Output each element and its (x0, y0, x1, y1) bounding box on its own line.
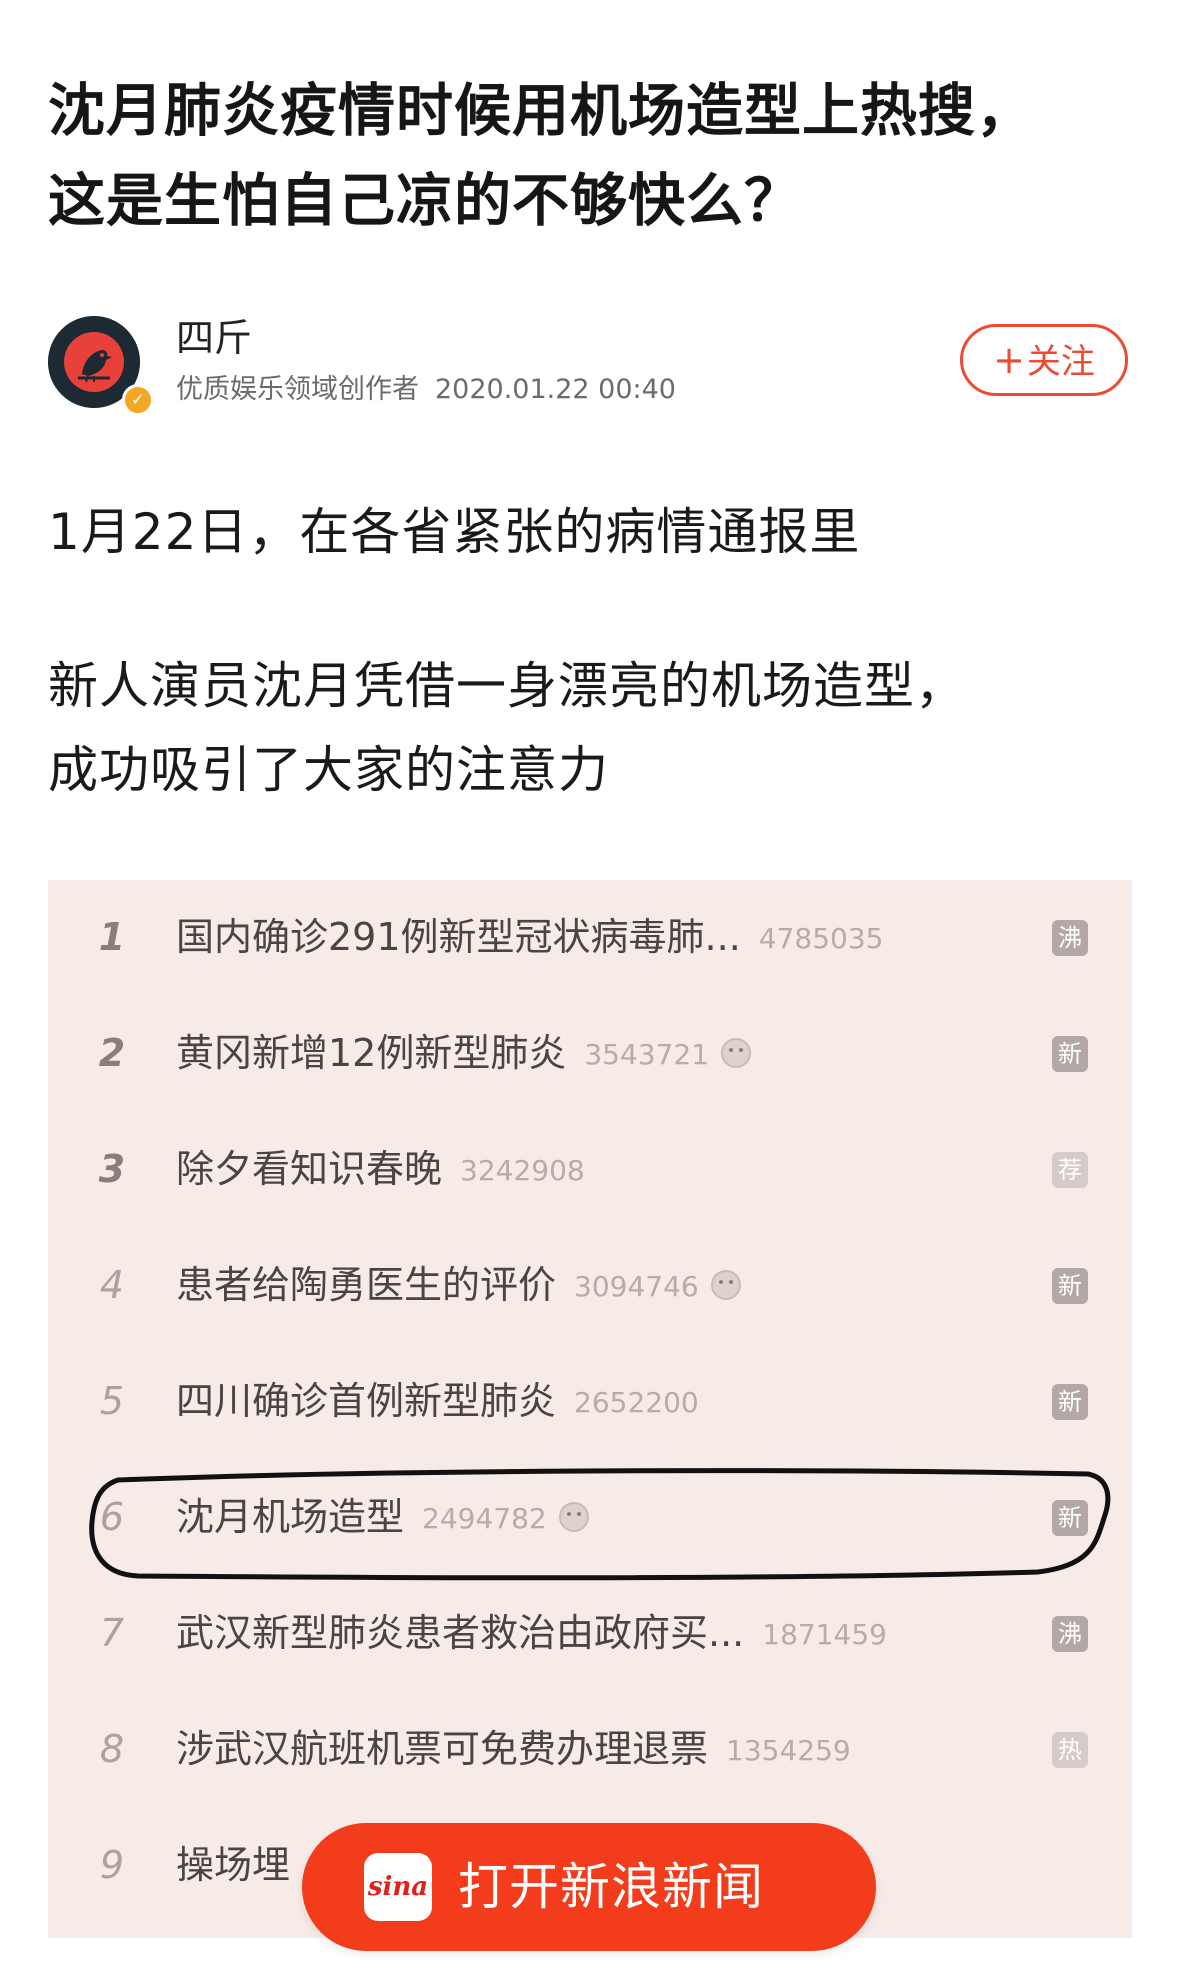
hot-search-topic: 操场埋 (176, 1843, 291, 1887)
open-sina-news-label: 打开新浪新闻 (458, 1858, 764, 1916)
hot-search-count: 1871459 (762, 1618, 887, 1651)
hot-search-topic: 武汉新型肺炎患者救治由政府买... (176, 1611, 745, 1655)
hot-search-topic: 涉武汉航班机票可免费办理退票 (176, 1727, 709, 1771)
hot-search-rank: 4 (99, 1263, 125, 1307)
hot-search-count: 3543721 (584, 1038, 710, 1071)
article-title: 沈月肺炎疫情时候用机场造型上热搜， 这是生怕自己凉的不够快么？ (48, 66, 1138, 246)
hot-search-count: 2652200 (574, 1386, 699, 1419)
paragraph-1: 1月22日，在各省紧张的病情通报里 (48, 503, 861, 561)
hot-search-row: 8 涉武汉航班机票可免费办理退票 1354259 热 (48, 1692, 1132, 1808)
hot-search-topic: 国内确诊291例新型冠状病毒肺... (176, 915, 741, 959)
hot-search-rank: 3 (98, 1147, 126, 1191)
hot-search-topic: 除夕看知识春晚 (176, 1147, 443, 1191)
follow-button[interactable]: +关注 (960, 324, 1128, 396)
hot-search-row: 3 除夕看知识春晚 3242908 荐 (48, 1112, 1132, 1228)
hot-search-tag: 新 (1052, 1268, 1088, 1304)
hot-search-tag: 荐 (1052, 1152, 1088, 1188)
hot-search-tag: 新 (1052, 1384, 1088, 1420)
hot-search-tag: 沸 (1052, 1616, 1088, 1652)
hot-search-rank: 1 (98, 915, 126, 959)
hot-search-row: 2 黄冈新增12例新型肺炎 3543721 新 (48, 996, 1132, 1112)
hot-search-rank: 9 (99, 1843, 125, 1887)
hot-search-rank: 8 (99, 1727, 125, 1771)
hot-search-tag: 新 (1052, 1036, 1088, 1072)
paragraph-2: 新人演员沈月凭借一身漂亮的机场造型， 成功吸引了大家的注意力 (48, 644, 1138, 812)
author-bar: ✓ 四斤 优质娱乐领域创作者 2020.01.22 00:40 +关注 (48, 316, 1138, 416)
hot-search-rank: 2 (98, 1031, 126, 1075)
emoji-icon (721, 1038, 752, 1068)
hot-search-rank: 5 (99, 1379, 125, 1423)
hot-search-row: 5 四川确诊首例新型肺炎 2652200 新 (48, 1344, 1132, 1460)
hot-search-tag: 沸 (1052, 920, 1088, 956)
publish-date: 2020.01.22 00:40 (435, 374, 676, 405)
plus-icon: + (993, 338, 1025, 382)
hot-search-row: 1 国内确诊291例新型冠状病毒肺... 4785035 沸 (48, 880, 1132, 996)
paragraph-2-line-2: 成功吸引了大家的注意力 (48, 741, 609, 799)
hot-search-topic: 患者给陶勇医生的评价 (176, 1263, 557, 1307)
paragraph-2-line-1: 新人演员沈月凭借一身漂亮的机场造型， (48, 657, 966, 715)
author-meta: 优质娱乐领域创作者 2020.01.22 00:40 (176, 372, 676, 408)
hot-search-count: 3094746 (574, 1270, 699, 1303)
hot-search-row: 7 武汉新型肺炎患者救治由政府买... 1871459 沸 (48, 1576, 1132, 1692)
follow-label: 关注 (1026, 342, 1095, 382)
hot-search-rank: 7 (99, 1611, 125, 1655)
emoji-icon (710, 1270, 741, 1300)
hot-search-tag: 热 (1052, 1732, 1088, 1768)
sina-logo-icon: sina (364, 1853, 432, 1921)
hot-search-topic: 四川确诊首例新型肺炎 (176, 1379, 557, 1423)
hot-search-count: 4785035 (758, 922, 884, 955)
hot-search-count: 1354259 (726, 1734, 851, 1767)
author-name[interactable]: 四斤 (176, 314, 252, 362)
hand-drawn-highlight-circle (89, 1468, 1111, 1581)
article-title-line-2: 这是生怕自己凉的不够快么？ (48, 168, 802, 234)
hot-search-count: 3242908 (460, 1154, 585, 1187)
hot-search-row: 4 患者给陶勇医生的评价 3094746 新 (48, 1228, 1132, 1344)
hot-search-screenshot: 1 国内确诊291例新型冠状病毒肺... 4785035 沸 2 黄冈新增12例新… (48, 880, 1132, 1938)
open-sina-news-button[interactable]: sina 打开新浪新闻 (302, 1823, 876, 1951)
verified-badge-icon: ✓ (122, 384, 154, 416)
hot-search-topic: 黄冈新增12例新型肺炎 (176, 1031, 567, 1075)
author-title: 优质娱乐领域创作者 (176, 374, 419, 405)
article-page: 沈月肺炎疫情时候用机场造型上热搜， 这是生怕自己凉的不够快么？ ✓ 四斤 优质娱… (0, 0, 1179, 1978)
article-title-line-1: 沈月肺炎疫情时候用机场造型上热搜， (48, 78, 1034, 144)
